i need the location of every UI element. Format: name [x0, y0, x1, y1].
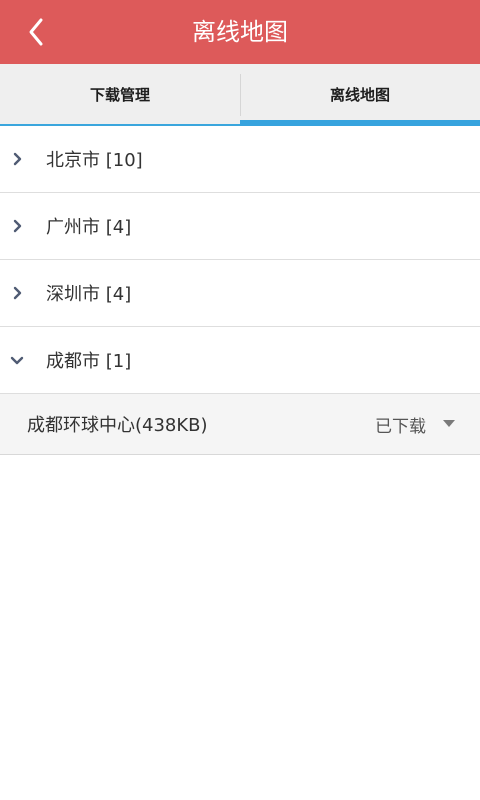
city-label: 北京市 [10] — [46, 150, 143, 171]
page-title: 离线地图 — [192, 18, 288, 46]
city-row-guangzhou[interactable]: 广州市 [4] — [0, 193, 480, 260]
app-header: 离线地图 — [0, 0, 480, 64]
chevron-right-icon — [10, 152, 24, 166]
city-label: 深圳市 [4] — [46, 284, 132, 305]
tab-divider — [240, 74, 241, 116]
city-row-beijing[interactable]: 北京市 [10] — [0, 126, 480, 193]
city-list: 北京市 [10] 广州市 [4] 深圳市 [4] 成都市 [1] 成都环球中心(… — [0, 126, 480, 455]
city-row-chengdu[interactable]: 成都市 [1] — [0, 327, 480, 394]
chevron-right-icon — [10, 219, 24, 233]
city-label: 广州市 [4] — [46, 217, 132, 238]
city-row-shenzhen[interactable]: 深圳市 [4] — [0, 260, 480, 327]
map-item-name: 成都环球中心(438KB) — [27, 415, 208, 436]
tab-download-manager[interactable]: 下载管理 — [0, 64, 240, 126]
chevron-down-icon — [10, 353, 24, 367]
chevron-right-icon — [10, 286, 24, 300]
triangle-down-icon[interactable] — [440, 417, 458, 429]
tab-offline-map[interactable]: 离线地图 — [240, 64, 480, 126]
city-label: 成都市 [1] — [46, 351, 132, 372]
download-status: 已下载 — [375, 416, 426, 437]
offline-map-item[interactable]: 成都环球中心(438KB) 已下载 — [0, 394, 480, 455]
